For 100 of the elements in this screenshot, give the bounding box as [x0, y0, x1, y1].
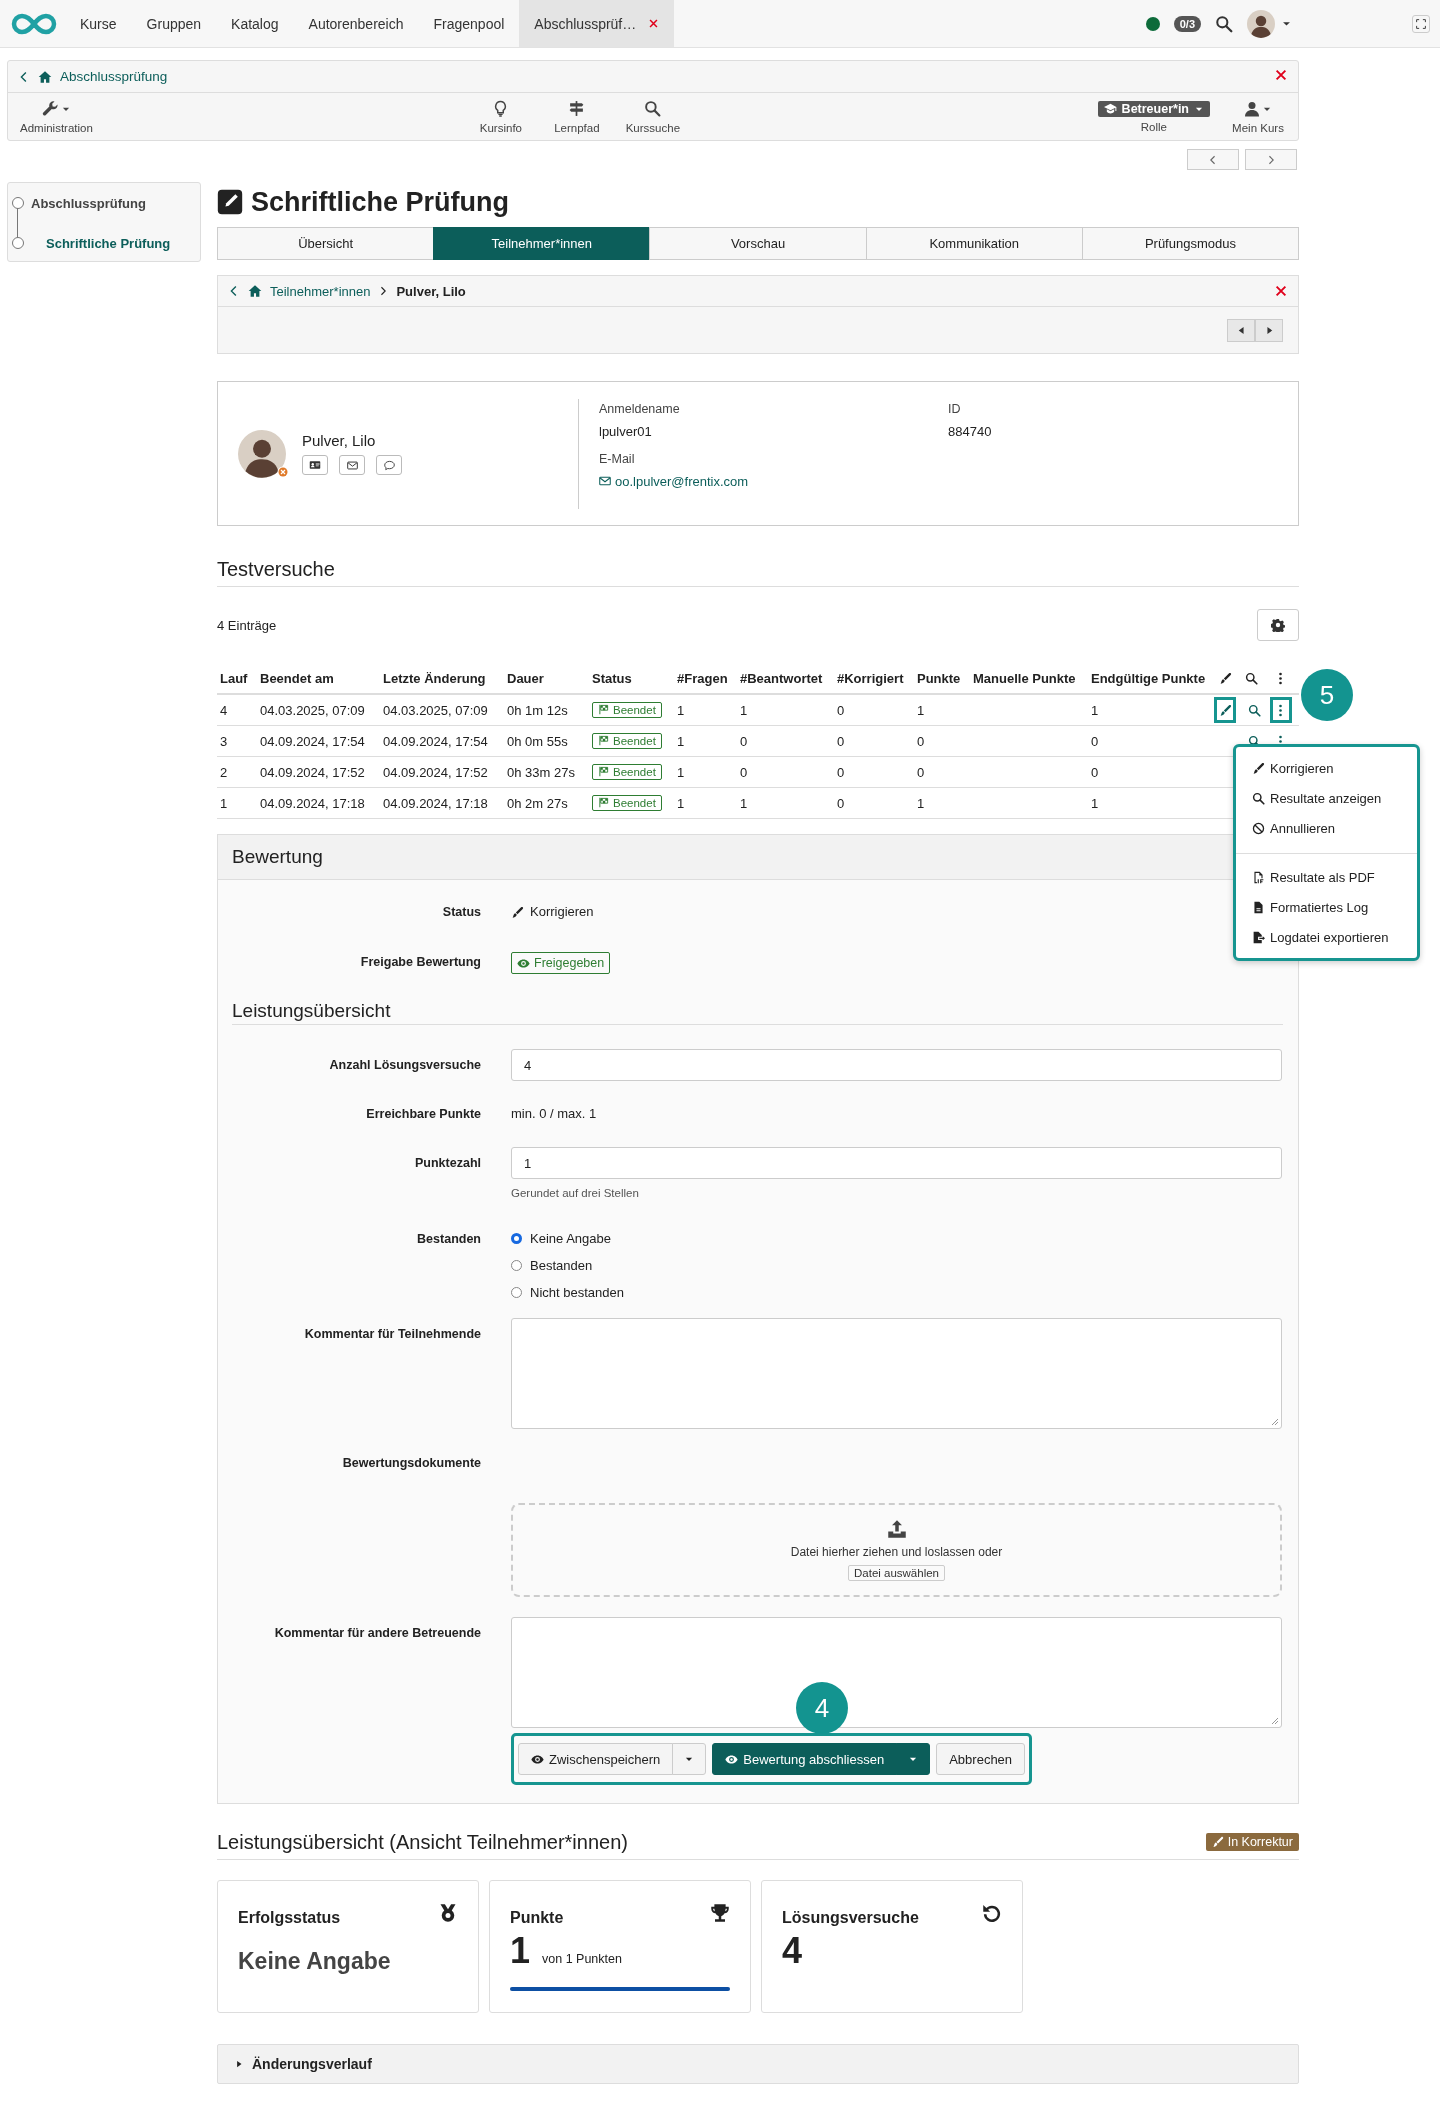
close-icon[interactable] [648, 18, 660, 29]
column-header[interactable]: Status [592, 671, 632, 686]
user-avatar [1247, 9, 1275, 38]
collapsible-header[interactable]: Änderungsverlauf [217, 2044, 1299, 2084]
my-course-menu[interactable]: Mein Kurs [1230, 99, 1286, 134]
menu-item[interactable]: Logdatei exportieren [1236, 922, 1417, 952]
radio-option[interactable]: Nicht bestanden [511, 1279, 1282, 1306]
cancel-button[interactable]: Abbrechen [936, 1743, 1026, 1775]
nav-tab[interactable]: Gruppen [131, 0, 217, 47]
eye-icon [531, 1752, 544, 1766]
card-value: 1 [510, 1931, 531, 1971]
input-field[interactable]: 1 [511, 1147, 1282, 1179]
resize-handle-icon[interactable] [1271, 1418, 1279, 1426]
table-cell: 04.09.2024, 17:52 [260, 764, 365, 780]
menu-item[interactable]: Annullieren [1236, 813, 1417, 843]
table-cell: 0 [917, 764, 925, 780]
input-field[interactable]: 4 [511, 1049, 1282, 1081]
nav-tab[interactable]: Katalog [216, 0, 294, 47]
toolbar-button[interactable]: Administration [20, 99, 93, 134]
nav-tab[interactable]: Kurse [65, 0, 132, 47]
column-header[interactable]: #Fragen [677, 671, 728, 686]
tab[interactable]: Prüfungsmodus [1081, 227, 1299, 260]
menu-item[interactable]: Korrigieren [1236, 753, 1417, 783]
radio-button[interactable] [511, 1233, 522, 1244]
radio-button[interactable] [511, 1260, 522, 1271]
column-header[interactable]: Lauf [220, 671, 248, 686]
radio-option[interactable]: Bestanden [511, 1252, 1282, 1279]
brush-button[interactable] [1214, 697, 1236, 723]
radio-button[interactable] [511, 1287, 522, 1298]
field-label: Kommentar für andere Betreuende [273, 1625, 481, 1642]
tab[interactable]: Vorschau [649, 227, 867, 260]
table-cell: 1 [220, 795, 228, 811]
nav-tab[interactable]: Fragenpool [418, 0, 520, 47]
medal-icon [438, 1903, 458, 1923]
column-header[interactable]: Endgültige Punkte [1091, 671, 1206, 686]
more-button[interactable] [1269, 697, 1292, 723]
flag-icon [598, 766, 609, 778]
search-icon[interactable] [1215, 14, 1233, 33]
counter-badge[interactable]: 0/3 [1173, 15, 1201, 32]
table-cell: 04.09.2024, 17:18 [260, 795, 365, 811]
chat-button[interactable] [376, 455, 402, 475]
column-header[interactable]: Manuelle Punkte [973, 671, 1076, 686]
next-button[interactable] [1255, 318, 1283, 342]
dropdown-toggle[interactable] [896, 1743, 931, 1775]
course-title[interactable]: Abschlussprüfung [60, 69, 168, 84]
brush-icon [511, 905, 524, 919]
radio-option[interactable]: Keine Angabe [511, 1225, 1282, 1252]
action-button[interactable]: Zwischenspeichern [518, 1743, 674, 1775]
tree-item[interactable]: Schriftliche Prüfung [8, 233, 200, 253]
column-header[interactable]: Punkte [917, 671, 961, 686]
resize-handle-icon[interactable] [1271, 1717, 1279, 1725]
close-icon[interactable] [1274, 284, 1288, 298]
tab[interactable]: Teilnehmer*innen [433, 227, 651, 260]
table-cell: 04.09.2024, 17:18 [383, 795, 488, 811]
field-label: Erreichbare Punkte [365, 1106, 481, 1123]
table-cell: 1 [740, 795, 748, 811]
contact-card-button[interactable] [302, 455, 328, 475]
toolbar-button[interactable]: Kursinfo [472, 99, 529, 134]
table-cell: 0 [837, 795, 845, 811]
status-badge: Beendet [592, 701, 662, 718]
home-icon[interactable] [248, 284, 262, 298]
email-button[interactable] [339, 455, 365, 475]
table-cell: 1 [1091, 795, 1099, 811]
file-drop-zone[interactable]: Datei hierher ziehen und loslassen oder Datei auswählen [511, 1503, 1282, 1597]
action-button[interactable]: Bewertung abschliessen [712, 1743, 898, 1775]
tree-item[interactable]: Abschlussprüfung [8, 193, 200, 213]
nav-tab[interactable]: Autorenbereich [293, 0, 419, 47]
previous-button[interactable] [1227, 318, 1255, 342]
fullscreen-button[interactable] [1412, 14, 1430, 33]
column-header[interactable]: Beendet am [260, 671, 334, 686]
close-icon[interactable] [1274, 68, 1288, 82]
menu-item[interactable]: Formatiertes Log [1236, 892, 1417, 922]
choose-file-button[interactable]: Datei auswählen [848, 1565, 945, 1581]
chevron-right-icon [378, 286, 389, 296]
toolbar-button[interactable]: Lernpfad [548, 99, 605, 134]
section-title: Leistungsübersicht [232, 999, 1283, 1025]
status-badge: Beendet [592, 732, 662, 749]
breadcrumb-link[interactable]: Teilnehmer*innen [270, 283, 371, 299]
table-cell: 0 [837, 702, 845, 718]
table-cell: 1 [677, 764, 685, 780]
text-area[interactable] [511, 1617, 1282, 1728]
nav-tab[interactable]: Abschlussprüf… [519, 0, 675, 47]
cancel-icon [1252, 821, 1265, 835]
menu-item[interactable]: Resultate anzeigen [1236, 783, 1417, 813]
field-label: Punktezahl [414, 1155, 481, 1172]
export-icon [1252, 930, 1265, 944]
menu-item[interactable]: Resultate als PDF [1236, 862, 1417, 892]
toolbar-button[interactable]: Kurssuche [624, 99, 681, 134]
email-link[interactable]: oo.lpulver@frentix.com [599, 473, 948, 489]
home-icon[interactable] [38, 69, 52, 84]
wrench-icon [41, 100, 59, 117]
tab[interactable]: Übersicht [217, 227, 435, 260]
tab[interactable]: Kommunikation [865, 227, 1083, 260]
table-cell: 04.09.2024, 17:54 [383, 733, 488, 749]
column-header[interactable]: #Korrigiert [837, 671, 904, 686]
column-header[interactable]: Letzte Änderung [383, 671, 486, 686]
column-header[interactable]: #Beantwortet [740, 671, 823, 686]
column-header[interactable]: Dauer [507, 671, 544, 686]
settings-button[interactable] [1257, 609, 1299, 641]
graduation-cap-icon [1103, 102, 1117, 115]
